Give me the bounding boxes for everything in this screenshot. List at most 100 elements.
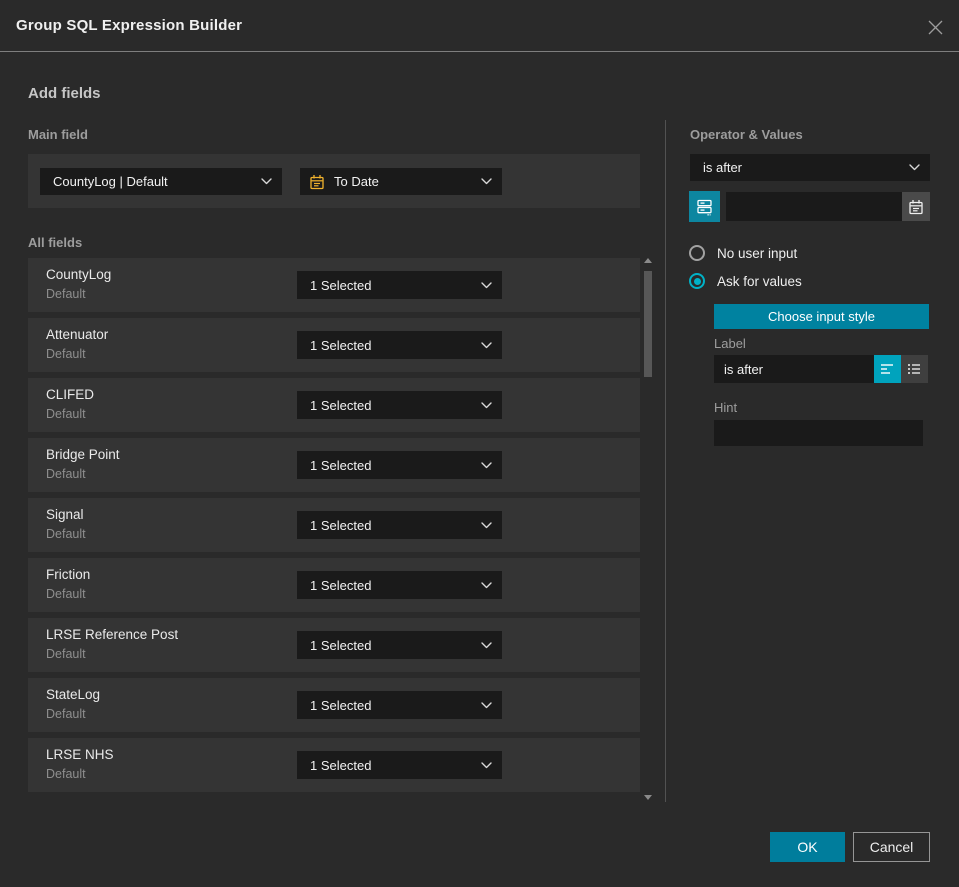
- field-row: Attenuator Default 1 Selected: [28, 318, 640, 372]
- chevron-down-icon: [481, 581, 492, 588]
- values-list-icon: [696, 199, 712, 215]
- field-selected-dropdown[interactable]: 1 Selected: [297, 511, 502, 539]
- label-input[interactable]: [714, 355, 874, 383]
- calendar-icon: [909, 198, 923, 214]
- field-name: Signal: [46, 507, 84, 522]
- hint-caption: Hint: [714, 400, 738, 415]
- field-row: Signal Default 1 Selected: [28, 498, 640, 552]
- field-selected-dropdown[interactable]: 1 Selected: [297, 331, 502, 359]
- fields-list-scrollbar[interactable]: [644, 256, 652, 802]
- operator-select[interactable]: is after: [690, 154, 930, 181]
- align-left-icon: [881, 364, 893, 374]
- chevron-down-icon: [481, 178, 492, 185]
- operator-values-heading: Operator & Values: [690, 127, 803, 142]
- field-subtitle: Default: [46, 527, 86, 541]
- field-row: CLIFED Default 1 Selected: [28, 378, 640, 432]
- radio-no-user-input[interactable]: No user input: [689, 245, 797, 261]
- field-name: LRSE Reference Post: [46, 627, 179, 642]
- field-row: StateLog Default 1 Selected: [28, 678, 640, 732]
- field-subtitle: Default: [46, 407, 86, 421]
- all-fields-list: CountyLog Default 1 Selected Attenuator …: [28, 258, 640, 798]
- field-selected-dropdown-label: 1 Selected: [310, 277, 372, 293]
- radio-no-user-input-label: No user input: [717, 245, 798, 261]
- field-selected-dropdown[interactable]: 1 Selected: [297, 751, 502, 779]
- ok-button[interactable]: OK: [770, 832, 845, 862]
- choose-input-style-button[interactable]: Choose input style: [714, 304, 929, 329]
- field-subtitle: Default: [46, 707, 86, 721]
- list-style-toggle[interactable]: [901, 355, 928, 383]
- cancel-button[interactable]: Cancel: [853, 832, 930, 862]
- chevron-down-icon: [481, 761, 492, 768]
- set-values-from-data-button[interactable]: [689, 191, 720, 222]
- chevron-down-icon: [481, 281, 492, 288]
- all-fields-label: All fields: [28, 235, 83, 250]
- chevron-down-icon: [481, 641, 492, 648]
- field-row: Bridge Point Default 1 Selected: [28, 438, 640, 492]
- dialog-title: Group SQL Expression Builder: [16, 17, 243, 34]
- bulleted-list-icon: [908, 364, 920, 374]
- field-selected-dropdown-label: 1 Selected: [310, 697, 372, 713]
- chevron-down-icon: [481, 521, 492, 528]
- vertical-divider: [665, 120, 666, 802]
- chevron-down-icon: [481, 401, 492, 408]
- add-fields-heading: Add fields: [28, 85, 101, 102]
- main-field-select[interactable]: CountyLog | Default: [40, 168, 282, 195]
- field-name: Friction: [46, 567, 91, 582]
- radio-selected-icon[interactable]: [689, 273, 705, 289]
- field-row: Friction Default 1 Selected: [28, 558, 640, 612]
- field-name: Bridge Point: [46, 447, 120, 462]
- field-selected-dropdown-label: 1 Selected: [310, 757, 372, 773]
- field-row: CountyLog Default 1 Selected: [28, 258, 640, 312]
- main-field-panel: CountyLog | Default To Date: [28, 154, 640, 208]
- chevron-down-icon: [909, 164, 920, 171]
- field-name: CountyLog: [46, 267, 112, 282]
- operator-select-value: is after: [703, 160, 743, 175]
- main-field-select-value: CountyLog | Default: [53, 174, 168, 189]
- single-line-style-toggle[interactable]: [874, 355, 901, 383]
- field-selected-dropdown-label: 1 Selected: [310, 337, 372, 353]
- field-selected-dropdown-label: 1 Selected: [310, 517, 372, 533]
- group-sql-expression-builder-dialog: Group SQL Expression Builder Add fields …: [0, 0, 959, 887]
- label-caption: Label: [714, 336, 746, 351]
- date-value-input[interactable]: [726, 192, 930, 221]
- scrollbar-thumb[interactable]: [644, 271, 652, 377]
- field-selected-dropdown-label: 1 Selected: [310, 457, 372, 473]
- field-subtitle: Default: [46, 587, 86, 601]
- field-selected-dropdown[interactable]: 1 Selected: [297, 271, 502, 299]
- field-row: LRSE NHS Default 1 Selected: [28, 738, 640, 792]
- close-button[interactable]: [925, 17, 945, 37]
- chevron-down-icon: [481, 341, 492, 348]
- chevron-down-icon: [261, 178, 272, 185]
- field-name: LRSE NHS: [46, 747, 114, 762]
- date-part-select[interactable]: To Date: [300, 168, 502, 195]
- field-selected-dropdown-label: 1 Selected: [310, 637, 372, 653]
- field-row: LRSE Reference Post Default 1 Selected: [28, 618, 640, 672]
- chevron-down-icon: [481, 701, 492, 708]
- field-selected-dropdown[interactable]: 1 Selected: [297, 691, 502, 719]
- hint-input[interactable]: [714, 420, 923, 446]
- radio-unselected-icon[interactable]: [689, 245, 705, 261]
- radio-ask-for-values[interactable]: Ask for values: [689, 273, 802, 289]
- field-selected-dropdown[interactable]: 1 Selected: [297, 391, 502, 419]
- field-name: StateLog: [46, 687, 101, 702]
- field-selected-dropdown[interactable]: 1 Selected: [297, 451, 502, 479]
- date-picker-button[interactable]: [902, 192, 930, 221]
- field-selected-dropdown[interactable]: 1 Selected: [297, 571, 502, 599]
- field-subtitle: Default: [46, 647, 86, 661]
- field-subtitle: Default: [46, 467, 86, 481]
- field-name: Attenuator: [46, 327, 109, 342]
- field-name: CLIFED: [46, 387, 95, 402]
- scrollbar-down-arrow-icon[interactable]: [644, 795, 652, 800]
- scrollbar-up-arrow-icon[interactable]: [644, 258, 652, 263]
- chevron-down-icon: [481, 461, 492, 468]
- field-subtitle: Default: [46, 287, 86, 301]
- field-subtitle: Default: [46, 347, 86, 361]
- field-subtitle: Default: [46, 767, 86, 781]
- close-icon: [928, 20, 942, 34]
- date-part-select-value: To Date: [334, 174, 379, 189]
- radio-ask-for-values-label: Ask for values: [717, 273, 802, 289]
- field-selected-dropdown[interactable]: 1 Selected: [297, 631, 502, 659]
- dialog-header: Group SQL Expression Builder: [0, 0, 959, 52]
- main-field-label: Main field: [28, 127, 88, 142]
- field-selected-dropdown-label: 1 Selected: [310, 577, 372, 593]
